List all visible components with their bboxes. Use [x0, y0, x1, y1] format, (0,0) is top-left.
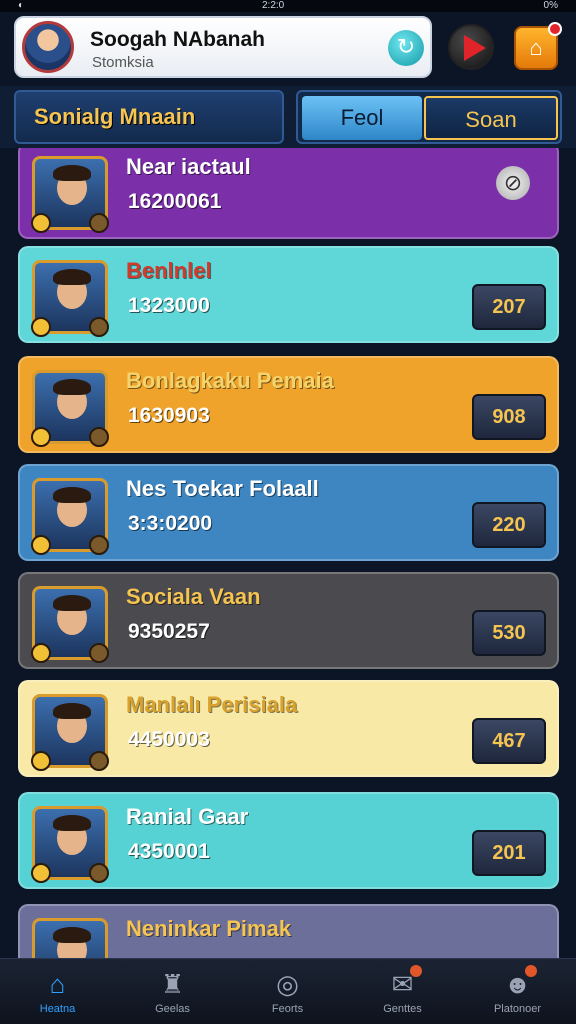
player-name: Near iactaul	[126, 154, 251, 179]
list-item[interactable]: Near iactaul 16200061 ⊘	[18, 148, 559, 239]
profile-subtitle: Stomksia	[92, 54, 154, 71]
nav-home[interactable]: ⌂ Heatna	[0, 959, 115, 1024]
notification-badge	[548, 22, 562, 36]
player-name: Manlalı Perisiala	[126, 692, 298, 717]
mail-icon: ✉	[386, 965, 422, 999]
player-score: 16200061	[128, 190, 222, 213]
notification-badge	[524, 965, 537, 977]
nav-castle[interactable]: ♜ Geelas	[115, 959, 230, 1024]
list-item[interactable]: Benlnlel 1323000 207	[18, 246, 559, 343]
player-name: Nes Toekar Folaall	[126, 476, 319, 501]
player-score: 9350257	[128, 620, 210, 643]
player-score: 4450003	[128, 728, 210, 751]
profile-icon: ☻	[501, 965, 537, 999]
avatar[interactable]	[22, 21, 74, 73]
refresh-icon[interactable]: ↻	[388, 30, 424, 66]
leaderboard-list[interactable]: Near iactaul 16200061 ⊘ Benlnlel 1323000…	[0, 148, 576, 958]
player-avatar	[31, 694, 109, 771]
nav-label: Platonoer	[493, 1003, 542, 1015]
list-item[interactable]: Nes Toekar Folaall 3:3:0200 220	[18, 464, 559, 561]
player-name: Benlnlel	[126, 258, 212, 283]
shop-icon: ⌂	[529, 35, 543, 60]
player-avatar	[31, 478, 109, 555]
castle-icon: ♜	[160, 969, 185, 999]
status-time: 2:2:0	[262, 0, 285, 11]
nav-label: Feorts	[271, 1003, 304, 1015]
nav-label: Genttes	[383, 1003, 422, 1015]
action-button[interactable]: 467	[472, 718, 546, 764]
player-avatar	[31, 586, 109, 663]
play-button[interactable]	[448, 24, 494, 70]
list-item[interactable]: Ranial Gaar 4350001 201	[18, 792, 559, 889]
list-item[interactable]: Manlalı Perisiala 4450003 467	[18, 680, 559, 777]
action-button[interactable]: 201	[472, 830, 546, 876]
tab-feed[interactable]: Feol	[302, 96, 422, 140]
profile-card[interactable]: Soogah NAbanah Stomksia ↻	[14, 16, 432, 78]
player-score: 3:3:0200	[128, 512, 213, 535]
nav-mail[interactable]: ✉ Genttes	[345, 959, 460, 1024]
nav-label: Geelas	[155, 1003, 190, 1015]
toolbar: Sonialg Mnaain Feol Soan	[0, 86, 576, 148]
list-item[interactable]: Sociala Vaan 9350257 530	[18, 572, 559, 669]
action-button[interactable]: 220	[472, 502, 546, 548]
play-icon	[464, 35, 486, 61]
player-score: 1630903	[128, 404, 210, 427]
home-icon: ⌂	[49, 969, 66, 999]
status-bar: ◐ 2:2:0 0%	[0, 0, 576, 12]
player-avatar	[31, 370, 109, 447]
bottom-nav: ⌂ Heatna ♜ Geelas ◎ Feorts ✉ Genttes ☻ P…	[0, 958, 576, 1024]
player-avatar	[31, 806, 109, 883]
player-name: Neninkar Pimak	[126, 916, 292, 941]
action-button[interactable]: 908	[472, 394, 546, 440]
player-avatar	[31, 156, 109, 233]
target-icon: ◎	[276, 969, 299, 999]
player-score: 1323000	[128, 294, 210, 317]
player-name: Sociala Vaan	[126, 584, 261, 609]
list-item[interactable]: Bonlagkaku Pemaia 1630903 908	[18, 356, 559, 453]
player-avatar	[31, 260, 109, 337]
nav-label: Heatna	[39, 1003, 76, 1015]
lock-icon[interactable]: ⊘	[496, 166, 530, 200]
shop-button[interactable]: ⌂	[514, 22, 562, 70]
nav-profile[interactable]: ☻ Platonoer	[460, 959, 575, 1024]
action-button[interactable]: 207	[472, 284, 546, 330]
nav-target[interactable]: ◎ Feorts	[230, 959, 345, 1024]
notification-badge	[409, 965, 422, 977]
list-item[interactable]: Neninkar Pimak	[18, 904, 559, 958]
player-avatar	[32, 918, 108, 958]
profile-name: Soogah NAbanah	[90, 28, 266, 51]
player-score: 4350001	[128, 840, 210, 863]
action-button[interactable]: 530	[472, 610, 546, 656]
player-name: Ranial Gaar	[126, 804, 249, 829]
tab-bar: Feol Soan	[296, 90, 562, 144]
status-battery: 0%	[543, 0, 558, 11]
tab-social[interactable]: Soan	[424, 96, 558, 140]
player-name: Bonlagkaku Pemaia	[126, 368, 334, 393]
status-left: ◐	[18, 0, 25, 11]
filter-selector[interactable]: Sonialg Mnaain	[14, 90, 284, 144]
